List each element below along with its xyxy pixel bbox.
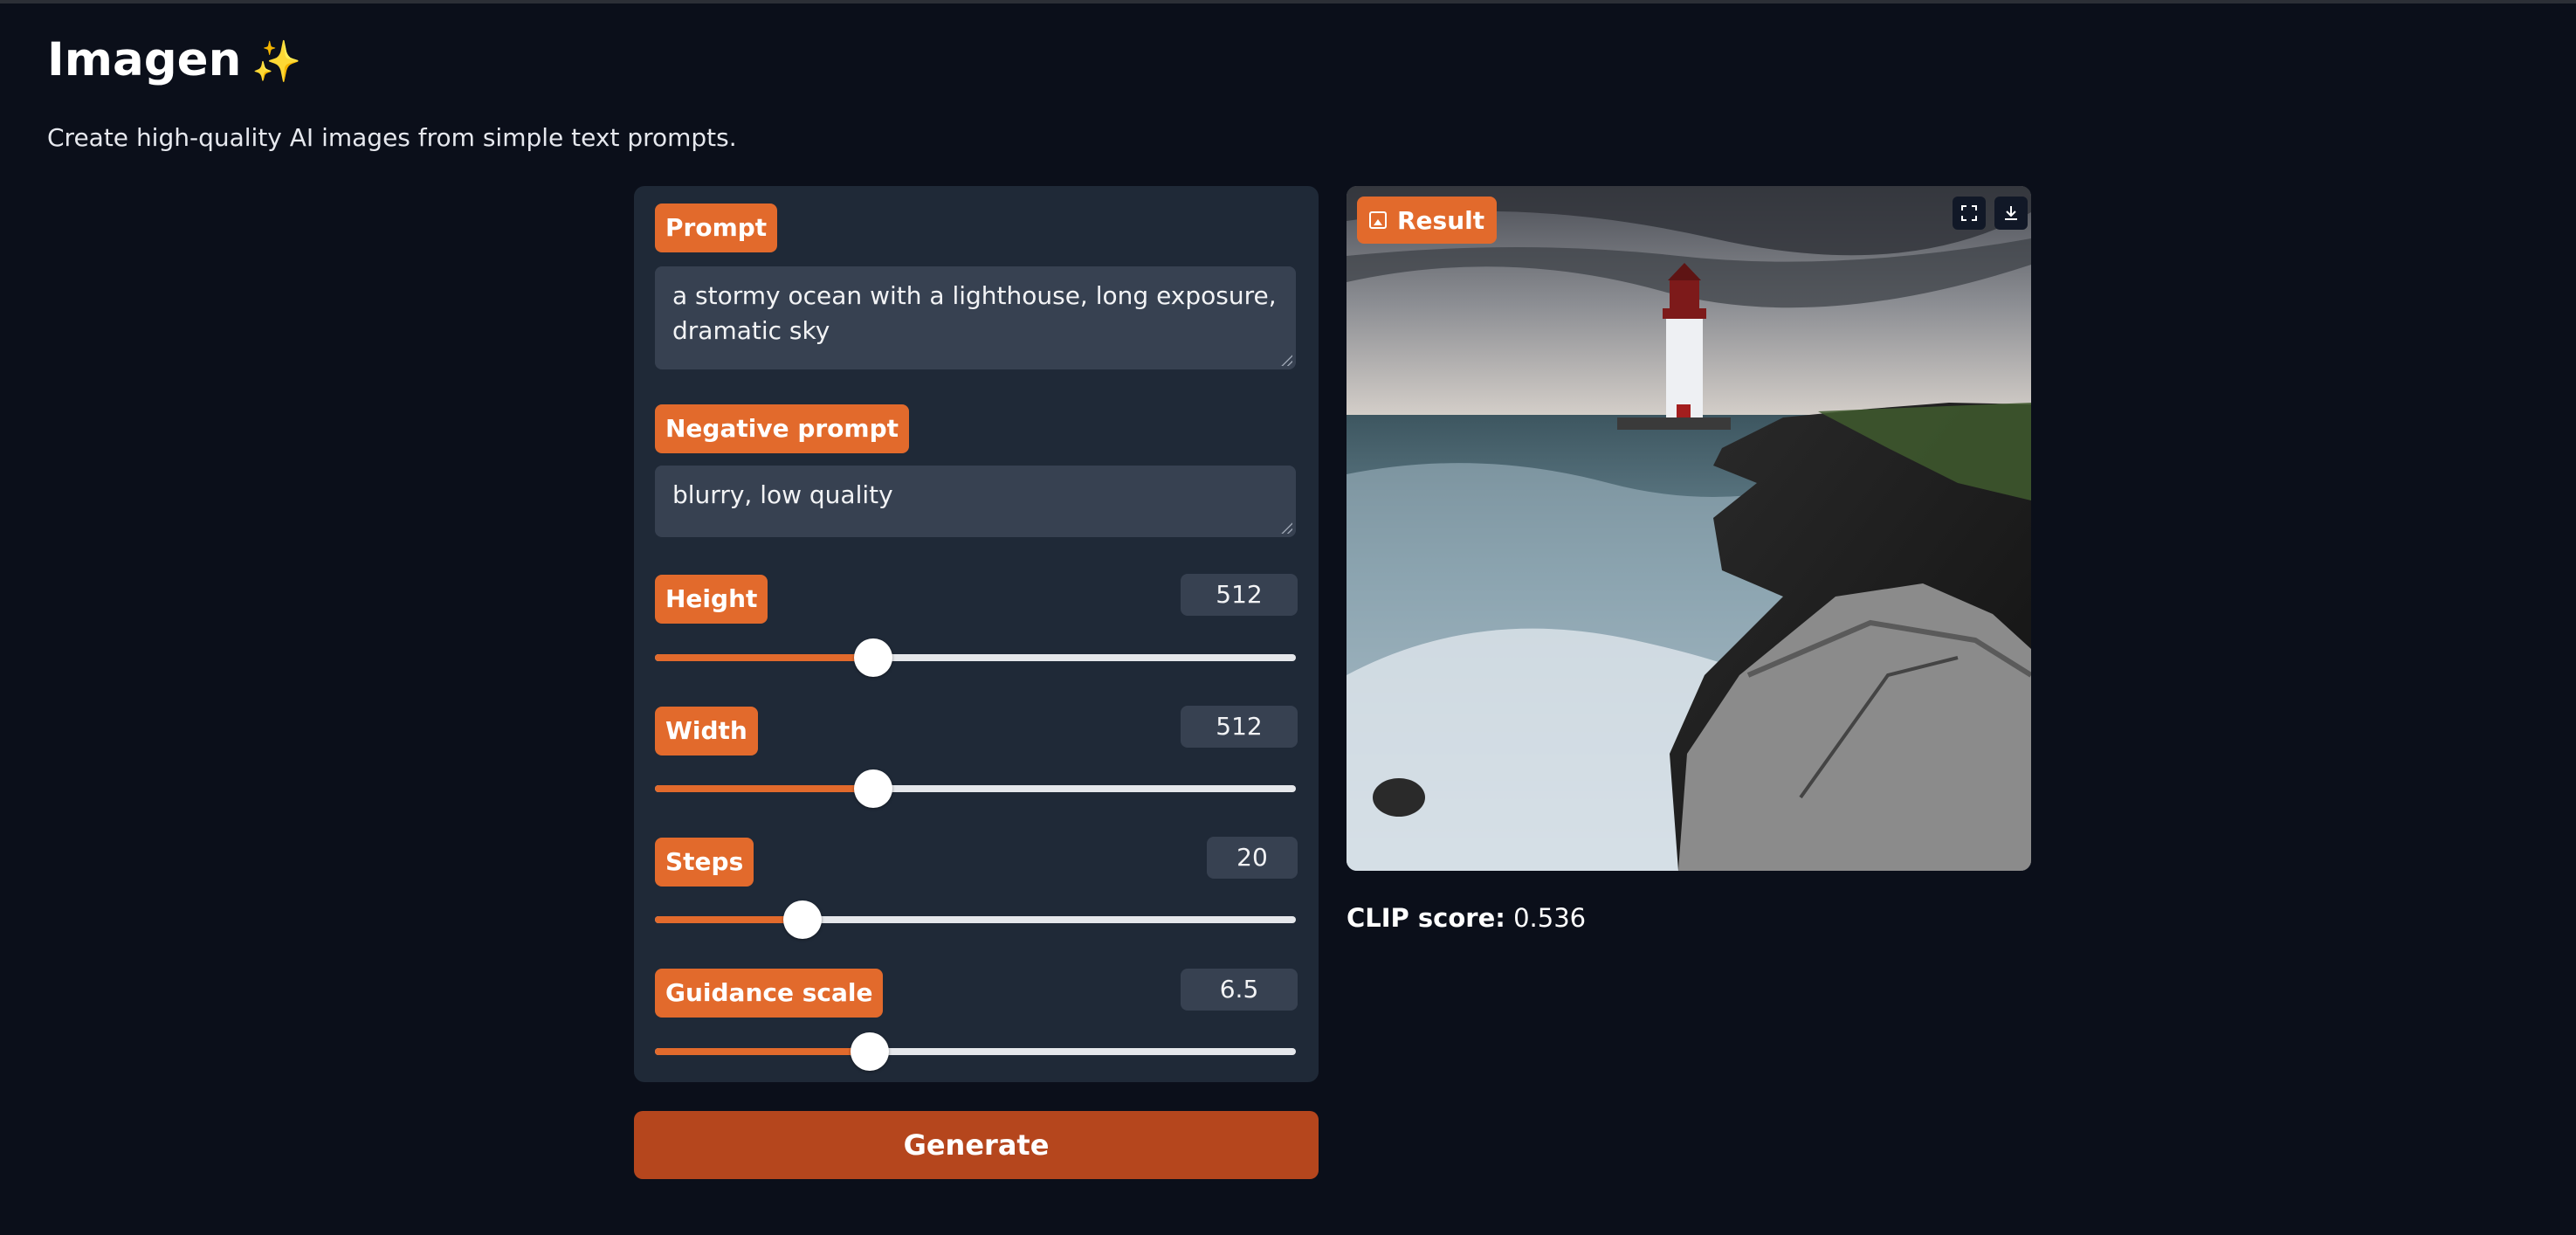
width-slider[interactable]: [655, 769, 1296, 808]
prompt-label: Prompt: [655, 204, 778, 252]
resize-handle-icon[interactable]: [1280, 521, 1292, 534]
width-label: Width: [655, 707, 758, 755]
clip-score-label: CLIP score:: [1347, 903, 1505, 933]
steps-slider[interactable]: [655, 900, 1296, 939]
top-border: [0, 0, 2576, 3]
page-title: Imagen ✨: [47, 31, 302, 90]
page-subtitle: Create high-quality AI images from simpl…: [47, 123, 737, 152]
guidance-scale-slider[interactable]: [655, 1032, 1296, 1071]
guidance-scale-slider-thumb[interactable]: [850, 1032, 889, 1071]
lighthouse-image: [1347, 186, 2031, 871]
negative-prompt-input-text: blurry, low quality: [672, 480, 893, 509]
fullscreen-icon: [1961, 205, 1977, 221]
page-title-text: Imagen: [47, 33, 242, 86]
width-slider-fill: [655, 785, 873, 792]
guidance-scale-label: Guidance scale: [655, 969, 884, 1018]
guidance-scale-slider-fill: [655, 1048, 870, 1055]
generate-button[interactable]: Generate: [634, 1111, 1319, 1179]
height-number-input[interactable]: 512: [1181, 574, 1298, 616]
height-slider-thumb[interactable]: [853, 638, 892, 677]
resize-handle-icon[interactable]: [1280, 354, 1292, 366]
result-image: Result: [1347, 186, 2031, 871]
prompt-input-text: a stormy ocean with a lighthouse, long e…: [672, 281, 1277, 345]
sparkles-icon: ✨: [251, 38, 302, 85]
steps-number-input[interactable]: 20: [1207, 837, 1298, 879]
negative-prompt-input[interactable]: blurry, low quality: [655, 466, 1296, 537]
width-slider-thumb[interactable]: [853, 769, 892, 808]
download-icon: [2005, 206, 2017, 220]
width-number-input[interactable]: 512: [1181, 706, 1298, 748]
height-label: Height: [655, 575, 768, 624]
fullscreen-button[interactable]: [1953, 197, 1986, 230]
negative-prompt-label: Negative prompt: [655, 404, 910, 453]
clip-score: CLIP score: 0.536: [1347, 903, 1586, 933]
steps-slider-thumb[interactable]: [782, 900, 822, 939]
image-icon: [1369, 211, 1387, 229]
result-label-text: Result: [1397, 205, 1485, 235]
prompt-input[interactable]: a stormy ocean with a lighthouse, long e…: [655, 266, 1296, 369]
download-button[interactable]: [1994, 197, 2028, 230]
result-label: Result: [1357, 197, 1498, 244]
clip-score-value: 0.536: [1513, 903, 1587, 933]
guidance-scale-number-input[interactable]: 6.5: [1181, 969, 1298, 1011]
steps-label: Steps: [655, 838, 754, 887]
height-slider-fill: [655, 654, 873, 661]
steps-slider-fill: [655, 916, 802, 923]
height-slider[interactable]: [655, 638, 1296, 677]
settings-panel: Prompt a stormy ocean with a lighthouse,…: [634, 186, 1319, 1082]
